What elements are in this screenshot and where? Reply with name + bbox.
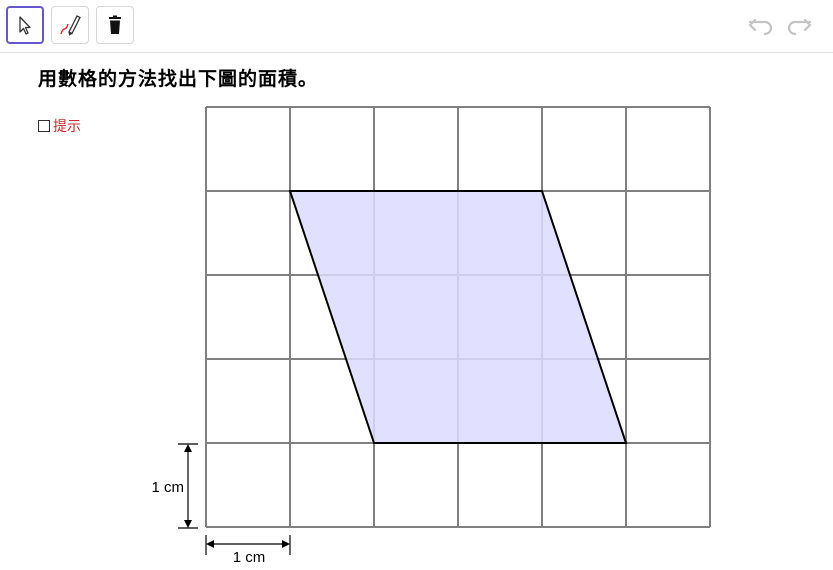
grid-figure: 1 cm 1 cm [151,106,711,566]
horizontal-unit-marker: 1 cm [205,535,291,566]
horizontal-unit-label: 1 cm [233,549,266,566]
vertical-unit-label: 1 cm [151,479,184,496]
vertical-unit-marker: 1 cm [151,443,198,529]
parallelogram-shape [288,190,628,444]
